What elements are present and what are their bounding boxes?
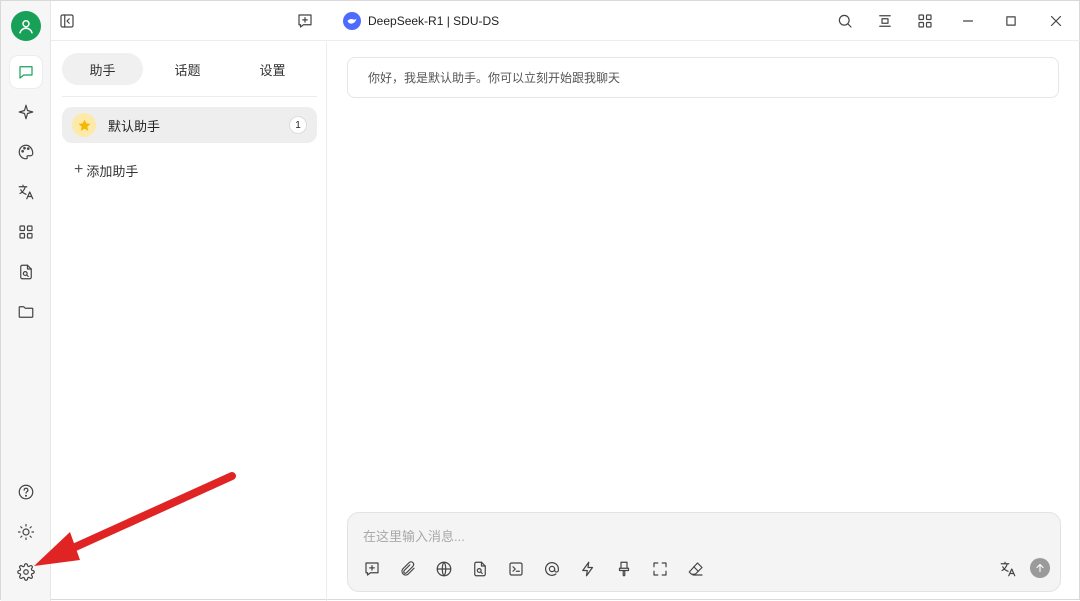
expand-icon <box>653 562 667 576</box>
apps-button[interactable] <box>911 7 939 35</box>
search-button[interactable] <box>831 7 859 35</box>
chat-icon <box>19 66 33 79</box>
send-button[interactable] <box>1030 558 1050 578</box>
maximize-icon <box>1006 16 1016 26</box>
mention-icon <box>545 562 559 576</box>
assistant-item-default[interactable]: 默认助手 1 <box>62 107 317 143</box>
rail-theme-button[interactable] <box>10 516 42 548</box>
tab-settings[interactable]: 设置 <box>232 53 313 85</box>
rail-folder-button[interactable] <box>10 296 42 328</box>
top-bar: DeepSeek-R1 | SDU-DS <box>51 1 1080 41</box>
tab-topics[interactable]: 话题 <box>147 53 228 85</box>
minimize-button[interactable] <box>954 7 982 35</box>
app-window: DeepSeek-R1 | SDU-DS 助手 话题 设置 默认助手 1 + 添… <box>0 0 1080 601</box>
composer-toolbar <box>360 557 720 581</box>
message-input[interactable]: 在这里输入消息... <box>363 526 465 545</box>
plus-icon: + <box>74 161 84 178</box>
model-label: DeepSeek-R1 | SDU-DS <box>368 14 500 28</box>
translate-icon <box>1000 561 1016 577</box>
attachment-tool[interactable] <box>396 557 420 581</box>
eraser-icon <box>688 562 703 576</box>
greeting-message: 你好，我是默认助手。你可以立刻开始跟我聊天 <box>347 57 1059 98</box>
panel-tabs: 助手 话题 设置 <box>62 53 317 85</box>
terminal-icon <box>509 562 523 576</box>
new-topic-tool[interactable] <box>360 557 384 581</box>
star-emoji-icon <box>72 113 96 137</box>
layout-button[interactable] <box>871 7 899 35</box>
palette-icon <box>18 144 34 160</box>
close-button[interactable] <box>1042 7 1070 35</box>
quick-phrase-tool[interactable] <box>576 557 600 581</box>
web-search-tool[interactable] <box>432 557 456 581</box>
help-icon <box>18 484 34 500</box>
grid-icon <box>19 225 33 239</box>
rail-agents-button[interactable] <box>10 96 42 128</box>
deepseek-logo-icon <box>343 12 361 30</box>
add-assistant-label: 添加助手 <box>86 163 139 179</box>
sun-icon <box>17 523 35 541</box>
file-search-icon <box>20 264 32 280</box>
sidebar-collapse-icon <box>60 14 74 28</box>
new-topic-icon <box>298 14 312 28</box>
file-search-icon <box>474 561 486 577</box>
mention-tool[interactable] <box>540 557 564 581</box>
minimize-icon <box>962 20 974 22</box>
rail-chat-button[interactable] <box>10 56 42 88</box>
attachment-icon <box>401 561 415 576</box>
gear-icon <box>17 563 35 581</box>
translate-tool[interactable] <box>996 557 1020 581</box>
grid-icon <box>918 14 932 28</box>
globe-icon <box>436 561 452 577</box>
expand-tool[interactable] <box>648 557 672 581</box>
assistant-name: 默认助手 <box>108 118 161 134</box>
brush-icon <box>618 561 630 577</box>
rail-paint-button[interactable] <box>10 136 42 168</box>
model-selector[interactable]: DeepSeek-R1 | SDU-DS <box>343 11 499 31</box>
toggle-sidebar-button[interactable] <box>53 7 81 35</box>
topic-count-badge: 1 <box>289 116 307 134</box>
knowledge-tool[interactable] <box>468 557 492 581</box>
rail-files-button[interactable] <box>10 256 42 288</box>
add-assistant-button[interactable]: + 添加助手 <box>74 160 138 180</box>
clear-context-tool[interactable] <box>612 557 636 581</box>
new-topic-icon <box>365 562 379 576</box>
sparkle-icon <box>18 104 34 120</box>
new-topic-button[interactable] <box>291 7 319 35</box>
divider <box>62 96 317 97</box>
arrow-up-icon <box>1036 563 1044 573</box>
clear-messages-tool[interactable] <box>684 557 708 581</box>
lightning-icon <box>582 561 594 577</box>
rail-translate-button[interactable] <box>10 176 42 208</box>
rail-settings-button[interactable] <box>10 556 42 588</box>
assistant-panel: 助手 话题 设置 默认助手 1 + 添加助手 <box>52 42 327 601</box>
greeting-text: 你好，我是默认助手。你可以立刻开始跟我聊天 <box>368 71 621 85</box>
close-icon <box>1050 15 1062 27</box>
maximize-button[interactable] <box>997 7 1025 35</box>
avatar[interactable] <box>11 11 41 41</box>
folder-icon <box>18 306 34 318</box>
rail-apps-button[interactable] <box>10 216 42 248</box>
message-composer: 在这里输入消息... <box>347 512 1061 592</box>
prompt-tool[interactable] <box>504 557 528 581</box>
translate-icon <box>18 184 34 200</box>
tab-assistants[interactable]: 助手 <box>62 53 143 85</box>
rail-help-button[interactable] <box>10 476 42 508</box>
layout-icon <box>879 15 891 27</box>
search-icon <box>838 14 852 28</box>
left-rail <box>1 1 51 601</box>
